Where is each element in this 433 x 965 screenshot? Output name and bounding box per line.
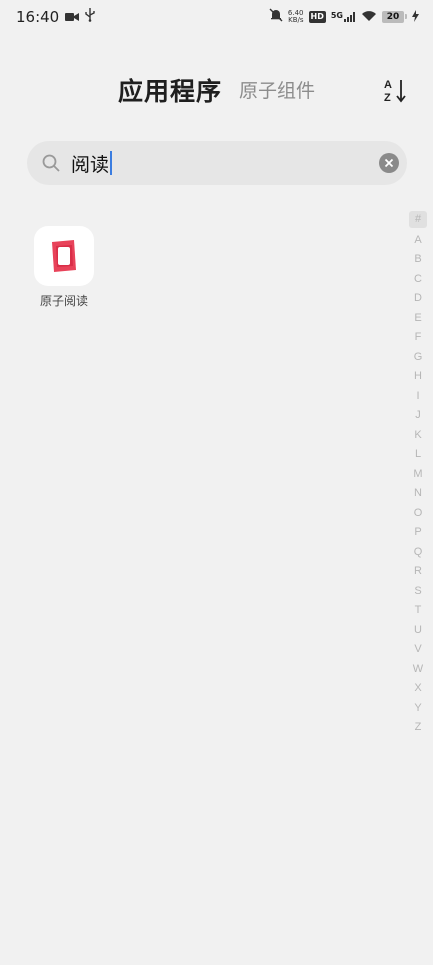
- wifi-icon: [361, 7, 377, 26]
- sort-az-button[interactable]: A Z: [382, 76, 410, 104]
- alpha-index-letter[interactable]: K: [409, 426, 427, 446]
- charging-icon: [412, 7, 419, 26]
- svg-text:Z: Z: [384, 92, 391, 104]
- alpha-index-letter[interactable]: E: [409, 309, 427, 329]
- search-box[interactable]: 阅读: [27, 141, 407, 185]
- status-bar: 16:40 6.40 KB/s HD 5G 20: [0, 0, 433, 36]
- alpha-index-letter[interactable]: S: [409, 582, 427, 602]
- close-icon: [384, 158, 394, 168]
- alpha-index-letter[interactable]: P: [409, 523, 427, 543]
- alpha-index-letter[interactable]: H: [409, 367, 427, 387]
- alpha-index-letter[interactable]: R: [409, 562, 427, 582]
- alpha-index-letter[interactable]: C: [409, 270, 427, 290]
- video-camera-icon: [65, 8, 80, 26]
- alpha-index-letter[interactable]: A: [409, 231, 427, 251]
- alpha-index-letter[interactable]: V: [409, 640, 427, 660]
- battery-indicator: 20: [382, 10, 407, 23]
- red-book-icon[interactable]: [34, 226, 94, 286]
- alpha-index-letter[interactable]: O: [409, 504, 427, 524]
- signal-5g-icon: 5G: [330, 10, 356, 22]
- alpha-index-letter[interactable]: F: [409, 328, 427, 348]
- alpha-index-letter[interactable]: B: [409, 250, 427, 270]
- alpha-index-letter[interactable]: Y: [409, 699, 427, 719]
- alpha-index-letter[interactable]: J: [409, 406, 427, 426]
- alpha-index-letter[interactable]: D: [409, 289, 427, 309]
- status-right: 6.40 KB/s HD 5G 20: [269, 7, 419, 26]
- status-time: 16:40: [16, 8, 60, 26]
- alpha-index-letter[interactable]: Z: [409, 718, 427, 738]
- alpha-index-letter[interactable]: L: [409, 445, 427, 465]
- clear-search-button[interactable]: [379, 153, 399, 173]
- sort-az-icon: A Z: [384, 79, 406, 104]
- header: 应用程序 原子组件 A Z: [0, 66, 433, 110]
- alpha-index-letter[interactable]: T: [409, 601, 427, 621]
- alpha-index-letter[interactable]: X: [409, 679, 427, 699]
- mute-bell-icon: [269, 7, 283, 26]
- alphabet-index[interactable]: # A B C D E F G H I J K L M N O P Q R S T U V W X Y Z: [408, 211, 428, 738]
- alpha-index-letter[interactable]: N: [409, 484, 427, 504]
- alpha-index-letter[interactable]: #: [409, 211, 427, 228]
- alpha-index-letter[interactable]: Q: [409, 543, 427, 563]
- usb-icon: [85, 8, 95, 26]
- search-input-value: 阅读: [71, 153, 110, 176]
- app-item[interactable]: 原子阅读: [30, 226, 98, 309]
- svg-text:A: A: [384, 79, 392, 91]
- net-speed-unit: KB/s: [288, 15, 304, 24]
- battery-level: 20: [382, 10, 404, 23]
- net-speed: 6.40 KB/s: [288, 9, 304, 24]
- alpha-index-letter[interactable]: G: [409, 348, 427, 368]
- alpha-index-letter[interactable]: M: [409, 465, 427, 485]
- search-input[interactable]: 阅读: [71, 151, 113, 176]
- status-left: 16:40: [16, 8, 95, 26]
- network-type: 5G: [330, 10, 343, 20]
- tab-atomic-components[interactable]: 原子组件: [239, 76, 315, 103]
- alpha-index-letter[interactable]: U: [409, 621, 427, 641]
- tab-applications[interactable]: 应用程序: [118, 72, 222, 108]
- hd-badge: HD: [308, 10, 326, 23]
- app-label: 原子阅读: [39, 294, 88, 308]
- text-caret: [110, 151, 113, 175]
- alpha-index-letter[interactable]: W: [409, 660, 427, 680]
- search-icon: [42, 154, 60, 172]
- alpha-index-letter[interactable]: I: [409, 387, 427, 407]
